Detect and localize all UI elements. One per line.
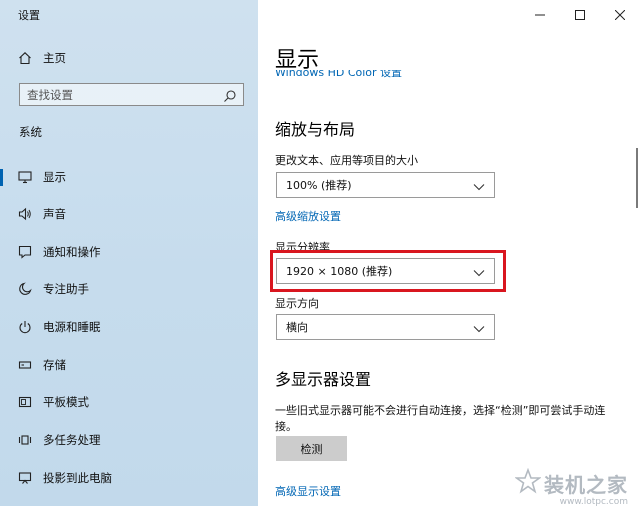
main-content: 显示 Windows HD Color 设置 缩放与布局 更改文本、应用等项目的… <box>258 0 640 506</box>
sidebar-item-storage[interactable]: 存储 <box>0 349 258 381</box>
detect-button[interactable]: 检测 <box>276 436 347 461</box>
orientation-value: 横向 <box>286 321 308 334</box>
sidebar-item-label: 专注助手 <box>43 282 89 296</box>
monitor-icon <box>17 169 33 185</box>
window-title: 设置 <box>18 9 40 22</box>
sidebar-item-label: 存储 <box>43 358 66 372</box>
advanced-display-link[interactable]: 高级显示设置 <box>275 483 341 499</box>
window-controls <box>520 0 640 28</box>
minimize-icon <box>535 5 545 24</box>
orientation-label: 显示方向 <box>275 297 319 310</box>
watermark-url: www.lotpc.com <box>559 497 628 506</box>
section-label: 系统 <box>19 125 42 139</box>
sidebar-item-label: 平板模式 <box>43 395 89 409</box>
star-logo-icon <box>514 467 542 498</box>
sidebar-item-label: 电源和睡眠 <box>43 320 101 334</box>
sidebar-item-tablet-mode[interactable]: 平板模式 <box>0 386 258 418</box>
notification-icon <box>17 244 33 260</box>
multitask-icon <box>17 432 33 448</box>
sidebar-item-label: 显示 <box>43 170 66 184</box>
multiple-displays-description: 一些旧式显示器可能不会进行自动连接，选择“检测”即可尝试手动连接。 <box>275 404 606 433</box>
advanced-scaling-link[interactable]: 高级缩放设置 <box>275 208 341 224</box>
tablet-icon <box>17 394 33 410</box>
scrollbar[interactable] <box>636 148 638 208</box>
windows-hd-color-link[interactable]: Windows HD Color 设置 <box>275 70 402 80</box>
sidebar-item-power-sleep[interactable]: 电源和睡眠 <box>0 311 258 343</box>
sidebar: 设置 主页 系统 显示 声音 通知和操作 专注助手 <box>0 0 258 506</box>
chevron-down-icon <box>473 323 485 333</box>
sidebar-item-label: 声音 <box>43 207 66 221</box>
sidebar-item-display[interactable]: 显示 <box>0 161 258 193</box>
speaker-icon <box>17 206 33 222</box>
sidebar-item-home[interactable]: 主页 <box>0 42 258 74</box>
home-icon <box>17 50 33 66</box>
moon-icon <box>17 281 33 297</box>
search-icon[interactable] <box>223 88 237 102</box>
storage-icon <box>17 357 33 373</box>
sidebar-item-notifications[interactable]: 通知和操作 <box>0 236 258 268</box>
power-icon <box>17 319 33 335</box>
maximize-button[interactable] <box>560 0 600 28</box>
project-icon <box>17 470 33 486</box>
sidebar-item-project-to-pc[interactable]: 投影到此电脑 <box>0 462 258 494</box>
search-input[interactable] <box>20 84 215 105</box>
sidebar-item-focus-assist[interactable]: 专注助手 <box>0 273 258 305</box>
search-box[interactable] <box>19 83 244 106</box>
resolution-highlight <box>270 250 506 292</box>
scale-value: 100% (推荐) <box>286 179 352 192</box>
maximize-icon <box>575 5 585 24</box>
watermark: 装机之家 www.lotpc.com <box>514 467 628 506</box>
close-button[interactable] <box>600 0 640 28</box>
sidebar-item-label: 投影到此电脑 <box>43 471 112 485</box>
sidebar-item-label: 主页 <box>43 51 66 65</box>
minimize-button[interactable] <box>520 0 560 28</box>
close-icon <box>614 5 626 24</box>
scale-layout-heading: 缩放与布局 <box>275 120 356 139</box>
sidebar-item-sound[interactable]: 声音 <box>0 198 258 230</box>
multiple-displays-heading: 多显示器设置 <box>275 370 372 389</box>
sidebar-item-label: 多任务处理 <box>43 433 101 447</box>
watermark-text: 装机之家 <box>544 472 628 497</box>
orientation-dropdown[interactable]: 横向 <box>276 314 495 340</box>
chevron-down-icon <box>473 181 485 191</box>
sidebar-item-multitasking[interactable]: 多任务处理 <box>0 424 258 456</box>
scale-label: 更改文本、应用等项目的大小 <box>275 154 418 167</box>
sidebar-item-label: 通知和操作 <box>43 245 101 259</box>
scale-dropdown[interactable]: 100% (推荐) <box>276 172 495 198</box>
